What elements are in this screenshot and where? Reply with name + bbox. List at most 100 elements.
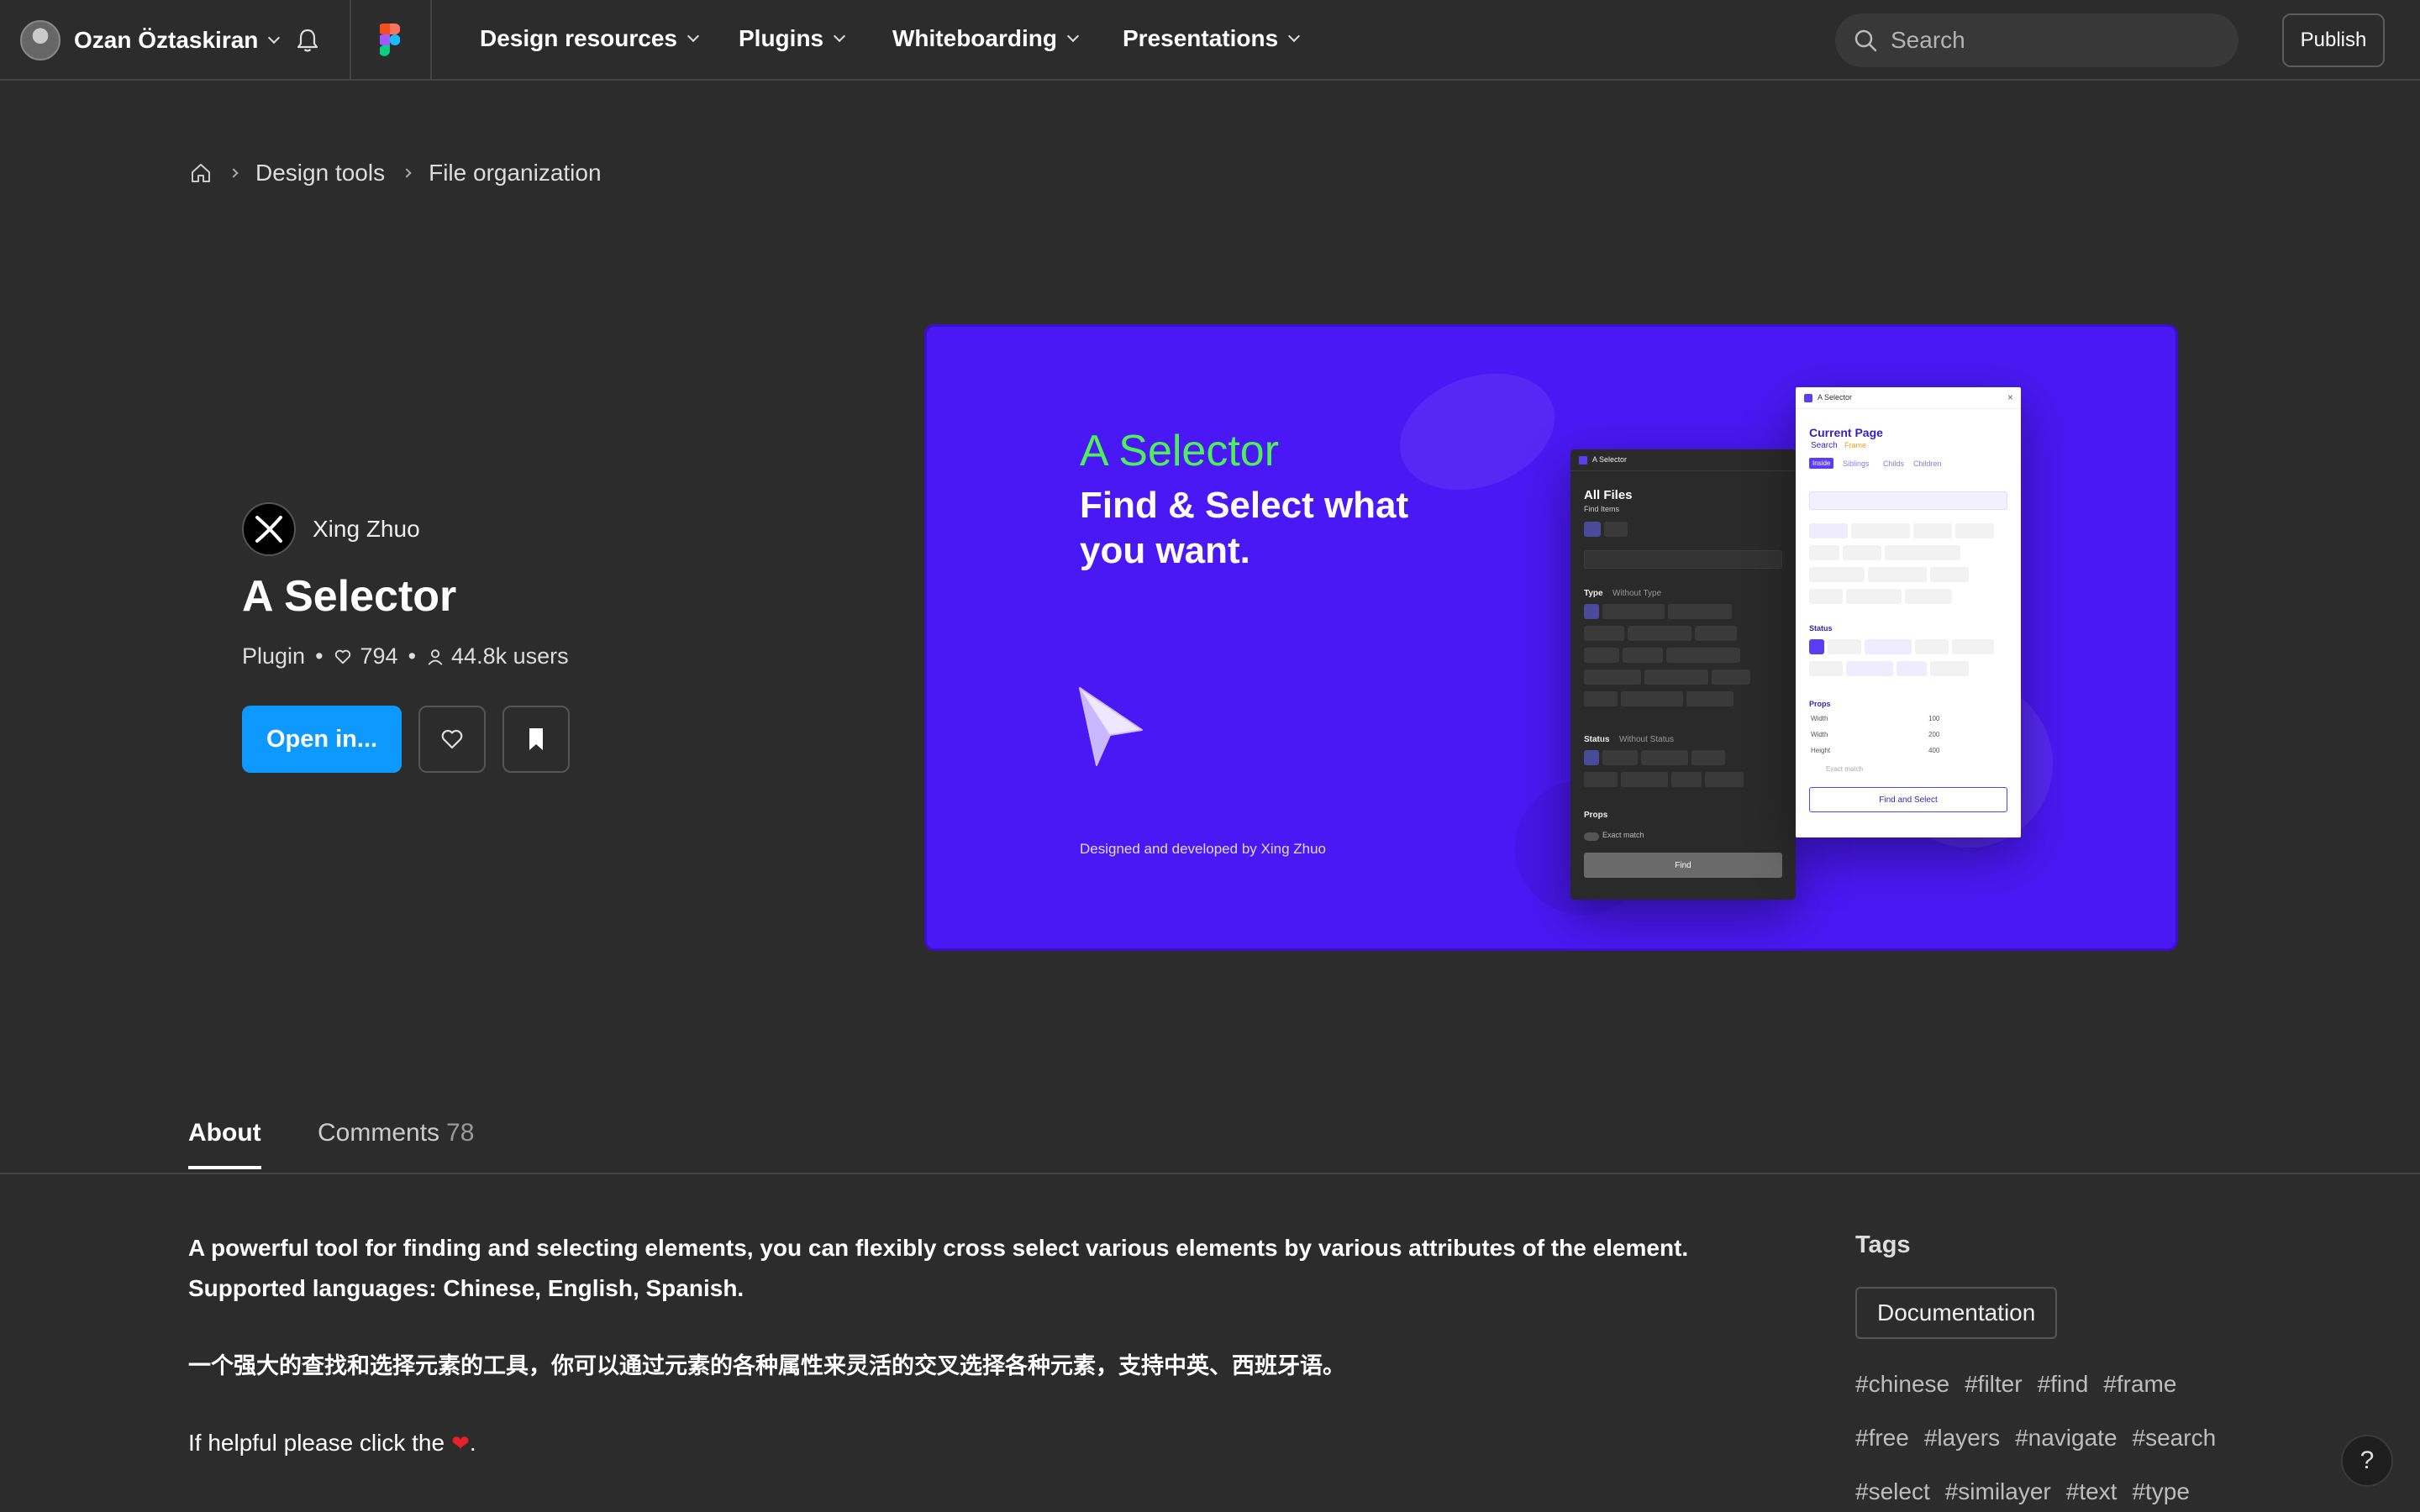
publish-button[interactable]: Publish xyxy=(2282,13,2385,67)
nav-divider xyxy=(350,0,351,81)
light-panel-status: Status xyxy=(1809,624,1833,633)
breadcrumb-design-tools[interactable]: Design tools xyxy=(255,160,385,186)
search-icon xyxy=(1854,29,1877,52)
search-placeholder: Search xyxy=(1891,27,1965,53)
tag[interactable]: #navigate xyxy=(2015,1425,2117,1452)
tag[interactable]: #similayer xyxy=(1945,1478,2051,1505)
save-button[interactable] xyxy=(502,706,570,773)
tag[interactable]: #chinese xyxy=(1855,1371,1949,1398)
chevron-right-icon xyxy=(229,168,239,178)
breadcrumb-file-organization[interactable]: File organization xyxy=(429,160,601,186)
bell-icon[interactable] xyxy=(296,28,319,53)
chevron-right-icon xyxy=(402,168,412,178)
tab-label: Comments xyxy=(318,1119,440,1147)
dark-panel-header: A Selector xyxy=(1592,455,1628,464)
tag-row: #select #similayer #text #type xyxy=(1855,1478,2190,1505)
tag[interactable]: #type xyxy=(2132,1478,2190,1505)
nav-divider xyxy=(430,0,432,81)
breadcrumb: Design tools File organization xyxy=(190,160,602,186)
tab-about[interactable]: About xyxy=(188,1119,261,1169)
author[interactable]: Xing Zhuo xyxy=(242,502,420,556)
tag[interactable]: #search xyxy=(2133,1425,2217,1452)
light-panel-tab-inside: Inside xyxy=(1809,458,1834,469)
banner-title: A Selector xyxy=(1080,427,1280,475)
light-panel-frame: Frame xyxy=(1844,441,1867,449)
chevron-down-icon xyxy=(268,31,281,45)
like-button[interactable] xyxy=(418,706,486,773)
nav-item-label: Plugins xyxy=(739,25,824,51)
nav-plugins[interactable]: Plugins xyxy=(739,25,846,52)
tags-title: Tags xyxy=(1855,1231,1911,1258)
tag-row: #free #layers #navigate #search xyxy=(1855,1425,2216,1452)
dark-panel-find-items: Find Items xyxy=(1584,505,1620,513)
tag-row: #chinese #filter #find #frame xyxy=(1855,1371,2176,1398)
chevron-down-icon xyxy=(687,29,700,43)
prop-value: 200 xyxy=(1928,731,1940,738)
light-panel-tab-siblings: Siblings xyxy=(1843,459,1870,468)
light-panel-tab-children: Children xyxy=(1913,459,1942,468)
tag[interactable]: #free xyxy=(1855,1425,1909,1452)
comments-count: 78 xyxy=(446,1119,475,1147)
cursor-icon xyxy=(1079,687,1143,766)
close-icon: × xyxy=(2007,391,2014,403)
tag[interactable]: #frame xyxy=(2103,1371,2176,1398)
home-icon[interactable] xyxy=(190,162,212,184)
prop-name: Width xyxy=(1811,731,1828,738)
description-cn: 一个强大的查找和选择元素的工具，你可以通过元素的各种属性来灵活的交叉选择各种元素… xyxy=(188,1353,1345,1378)
banner-subtitle: Find & Select what you want. xyxy=(1080,485,1409,571)
nav-item-label: Design resources xyxy=(480,25,677,51)
search-input[interactable]: Search xyxy=(1835,13,2238,67)
user-icon xyxy=(428,648,443,665)
banner-credit: Designed and developed by Xing Zhuo xyxy=(1080,841,1326,857)
tag-category-documentation[interactable]: Documentation xyxy=(1855,1287,2058,1339)
prop-name: Height xyxy=(1811,747,1831,754)
meta-separator: • xyxy=(315,643,324,669)
heart-icon xyxy=(441,729,463,749)
avatar xyxy=(20,20,60,60)
tag[interactable]: #layers xyxy=(1924,1425,2000,1452)
nav-design-resources[interactable]: Design resources xyxy=(480,25,700,52)
dark-panel-type-none: Without Type xyxy=(1612,589,1662,598)
light-panel-exact-match: Exact match xyxy=(1826,765,1864,773)
user-menu[interactable]: Ozan Öztaskiran xyxy=(20,18,281,62)
dark-panel-exact-match: Exact match xyxy=(1602,831,1644,839)
description-help: If helpful please click the ❤ . xyxy=(188,1430,476,1457)
plugin-cover-image: A Selector Find & Select what you want. … xyxy=(924,324,2178,951)
heart-icon xyxy=(334,649,350,664)
top-nav: Ozan Öztaskiran Design resources Plugins… xyxy=(0,0,2420,81)
user-count: 44.8k users xyxy=(451,643,569,669)
dark-panel-props: Props xyxy=(1584,811,1608,820)
nav-whiteboarding[interactable]: Whiteboarding xyxy=(892,25,1080,52)
nav-item-label: Whiteboarding xyxy=(892,25,1057,51)
help-button[interactable]: ? xyxy=(2341,1435,2393,1487)
light-panel-search: Search xyxy=(1811,441,1838,450)
light-panel-props: Props xyxy=(1809,700,1831,708)
nav-presentations[interactable]: Presentations xyxy=(1123,25,1301,52)
chevron-down-icon xyxy=(1066,29,1080,43)
chevron-down-icon xyxy=(834,29,846,43)
tab-label: About xyxy=(188,1119,261,1147)
like-count: 794 xyxy=(360,643,398,669)
tag[interactable]: #text xyxy=(2066,1478,2118,1505)
author-name: Xing Zhuo xyxy=(313,516,420,542)
tag[interactable]: #filter xyxy=(1965,1371,2022,1398)
tag[interactable]: #find xyxy=(2038,1371,2089,1398)
tag[interactable]: #select xyxy=(1855,1478,1930,1505)
tab-bar: About Comments 78 xyxy=(0,1109,2420,1174)
plugin-meta: Plugin • 794 • 44.8k users xyxy=(242,643,569,669)
plugin-title: A Selector xyxy=(242,572,457,621)
prop-value: 400 xyxy=(1928,747,1940,754)
dark-panel-find-button: Find xyxy=(1584,853,1782,878)
description-en: A powerful tool for finding and selectin… xyxy=(188,1235,1689,1301)
dark-plugin-panel: A Selector All Files Find Items Type Wit… xyxy=(1570,449,1796,900)
chevron-down-icon xyxy=(1288,29,1301,43)
plugin-type: Plugin xyxy=(242,643,306,669)
prop-value: 100 xyxy=(1928,715,1940,722)
light-panel-section: Current Page xyxy=(1809,426,1883,439)
figma-logo[interactable] xyxy=(380,24,400,57)
tab-comments[interactable]: Comments 78 xyxy=(318,1119,474,1166)
author-logo xyxy=(242,502,296,556)
light-panel-header: A Selector xyxy=(1818,393,1853,402)
red-heart-icon: ❤ xyxy=(451,1430,470,1456)
open-in-button[interactable]: Open in... xyxy=(242,706,402,773)
